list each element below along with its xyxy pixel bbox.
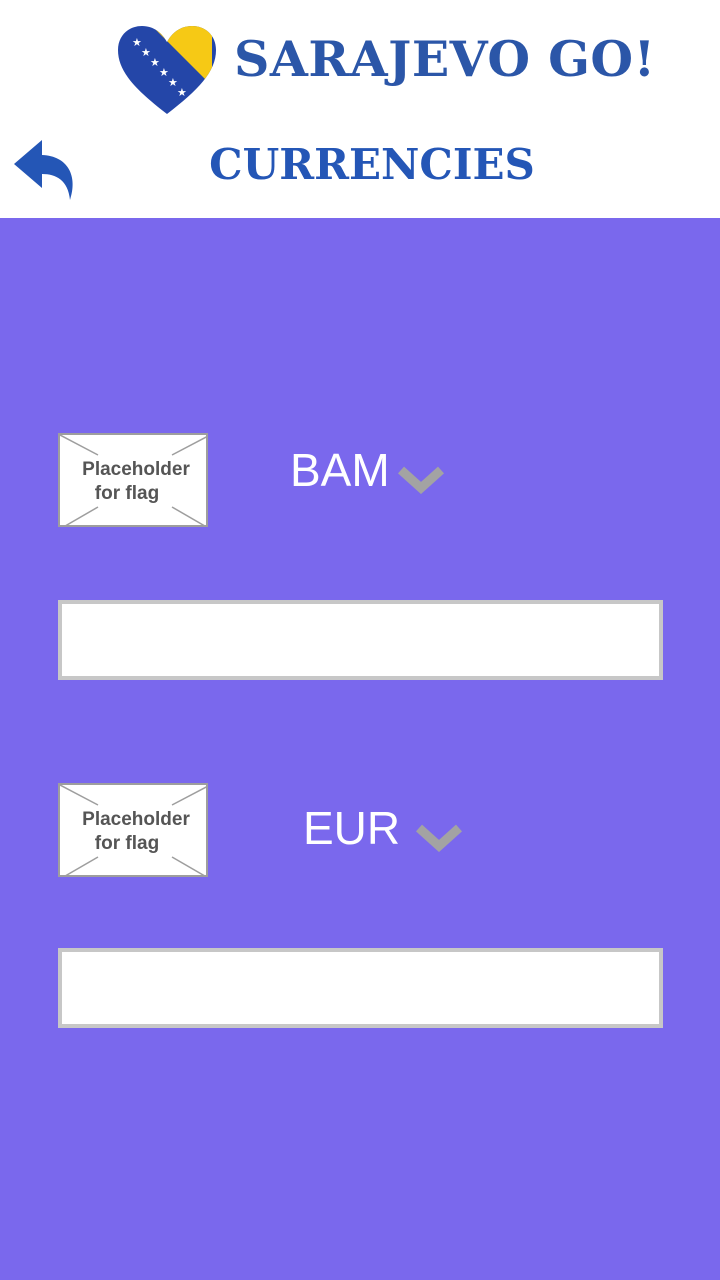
from-amount-input[interactable]: [58, 600, 663, 680]
flag-placeholder-line1: Placeholder: [82, 809, 190, 830]
flag-placeholder-text: Placeholder for flag: [60, 458, 206, 506]
to-flag-placeholder: Placeholder for flag: [58, 783, 208, 877]
flag-placeholder-line1: Placeholder: [82, 459, 190, 480]
to-currency-select[interactable]: EUR: [303, 802, 464, 854]
app-name: SARAJEVO GO!: [234, 30, 656, 88]
svg-text:★: ★: [177, 86, 187, 99]
bosnia-heart-logo-icon: ★ ★ ★ ★ ★ ★: [118, 26, 216, 114]
currency-converter: Placeholder for flag BAM Placeholder for…: [0, 218, 720, 1280]
chevron-down-icon: [416, 824, 463, 852]
to-currency-code: EUR: [303, 802, 401, 854]
from-flag-placeholder: Placeholder for flag: [58, 433, 208, 527]
from-currency-select[interactable]: BAM: [290, 444, 446, 496]
flag-placeholder-line2: for flag: [94, 833, 160, 854]
flag-placeholder-line2: for flag: [94, 483, 160, 504]
flag-placeholder-text: Placeholder for flag: [60, 808, 206, 856]
from-currency-code: BAM: [290, 444, 390, 496]
chevron-down-icon: [397, 466, 444, 494]
app-header: ★ ★ ★ ★ ★ ★ SARAJEVO GO! CURRENCIES: [0, 0, 720, 218]
to-amount-input[interactable]: [58, 948, 663, 1028]
page-title: CURRENCIES: [209, 140, 535, 189]
